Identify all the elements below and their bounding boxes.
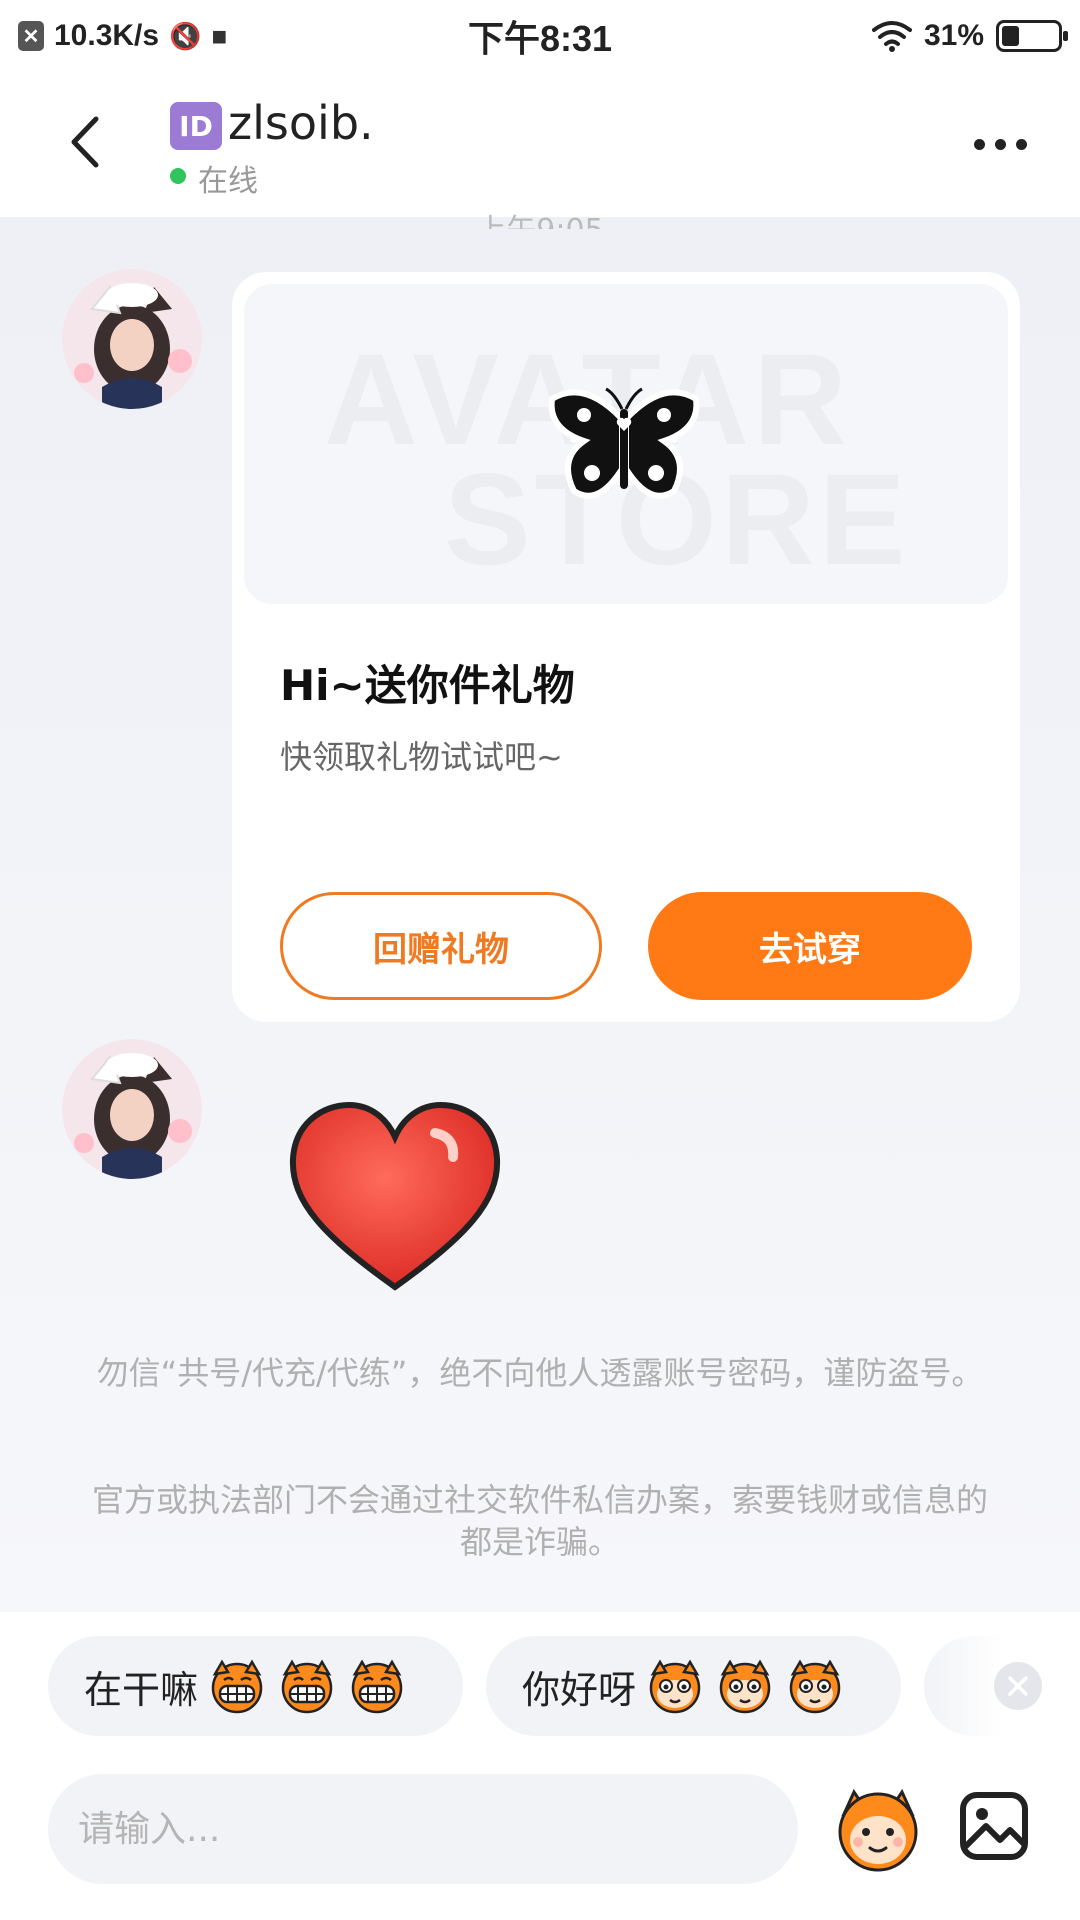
chevron-left-icon bbox=[71, 116, 99, 168]
image-picker-icon[interactable] bbox=[958, 1790, 1030, 1862]
chat-header: ID zlsoib. 在线 bbox=[0, 72, 1080, 217]
online-status-text: 在线 bbox=[198, 164, 258, 199]
grin-emoji-icon bbox=[351, 1659, 403, 1714]
status-bar: ✕ 10.3K/s 🔇 ■ 下午8:31 31% bbox=[0, 0, 1080, 72]
gift-subtitle: 快领取礼物试试吧~ bbox=[280, 738, 563, 776]
battery-fill bbox=[1002, 26, 1019, 46]
grin-emoji-icon bbox=[211, 1659, 263, 1714]
butterfly-gift-icon bbox=[548, 387, 700, 499]
composer-panel: 在干嘛 你好呀 bbox=[0, 1612, 1080, 1920]
silent-icon: 🔇 bbox=[169, 20, 202, 51]
more-dot-icon bbox=[994, 138, 1006, 150]
contact-name[interactable]: zlsoib. bbox=[228, 96, 374, 150]
try-on-button[interactable]: 去试穿 bbox=[648, 892, 972, 1000]
fraud-notice: 官方或执法部门不会通过社交软件私信办案，索要钱财或信息的都是诈骗。 bbox=[91, 1481, 988, 1561]
gift-title: Hi~送你件礼物 bbox=[280, 661, 575, 710]
avatar-image bbox=[62, 1039, 202, 1179]
smile-emoji-icon bbox=[789, 1659, 841, 1714]
quick-reply-label: 在干嘛 bbox=[84, 1667, 199, 1712]
grin-emoji-icon bbox=[281, 1659, 333, 1714]
more-dot-icon bbox=[973, 138, 985, 150]
close-icon bbox=[1008, 1676, 1028, 1696]
network-speed: 10.3K/s bbox=[54, 19, 160, 52]
close-quick-replies-button[interactable] bbox=[994, 1662, 1042, 1710]
more-dot-icon bbox=[1015, 138, 1027, 150]
message-input[interactable] bbox=[48, 1774, 798, 1884]
wifi-icon bbox=[871, 21, 912, 52]
smile-emoji-icon bbox=[649, 1659, 701, 1714]
avatar-image bbox=[62, 269, 202, 409]
contact-avatar[interactable] bbox=[62, 1039, 202, 1179]
gift-message-card[interactable]: AVATAR STORE Hi~送你件礼物 快领取礼物试试吧~ 回 bbox=[232, 272, 1020, 1022]
emoji-picker-icon[interactable] bbox=[830, 1780, 926, 1876]
id-badge: ID bbox=[170, 102, 222, 150]
chat-area[interactable]: 上午9:05 AVATAR STORE bbox=[0, 213, 1080, 1612]
message-timestamp: 上午9:05 bbox=[0, 205, 1080, 229]
return-gift-button[interactable]: 回赠礼物 bbox=[280, 892, 602, 1000]
quick-reply-chip[interactable]: 在干嘛 bbox=[48, 1636, 463, 1736]
contact-avatar[interactable] bbox=[62, 269, 202, 409]
notification-close-icon: ✕ bbox=[18, 21, 44, 51]
heart-sticker-icon[interactable] bbox=[285, 1097, 505, 1297]
back-button[interactable] bbox=[55, 112, 115, 172]
quick-reply-chip[interactable]: 你好呀 bbox=[486, 1636, 901, 1736]
video-icon: ■ bbox=[211, 20, 228, 51]
security-notice: 勿信“共号/代充/代练”，绝不向他人透露账号密码，谨防盗号。 bbox=[96, 1354, 984, 1392]
gift-preview: AVATAR STORE bbox=[244, 284, 1008, 604]
battery-icon bbox=[996, 20, 1068, 52]
online-status-dot bbox=[170, 168, 186, 184]
smile-emoji-icon bbox=[719, 1659, 771, 1714]
quick-reply-label: 你好呀 bbox=[522, 1667, 637, 1712]
battery-percent: 31% bbox=[923, 19, 984, 52]
quick-reply-chip-partial[interactable] bbox=[924, 1636, 1004, 1736]
more-options-button[interactable] bbox=[960, 122, 1040, 166]
